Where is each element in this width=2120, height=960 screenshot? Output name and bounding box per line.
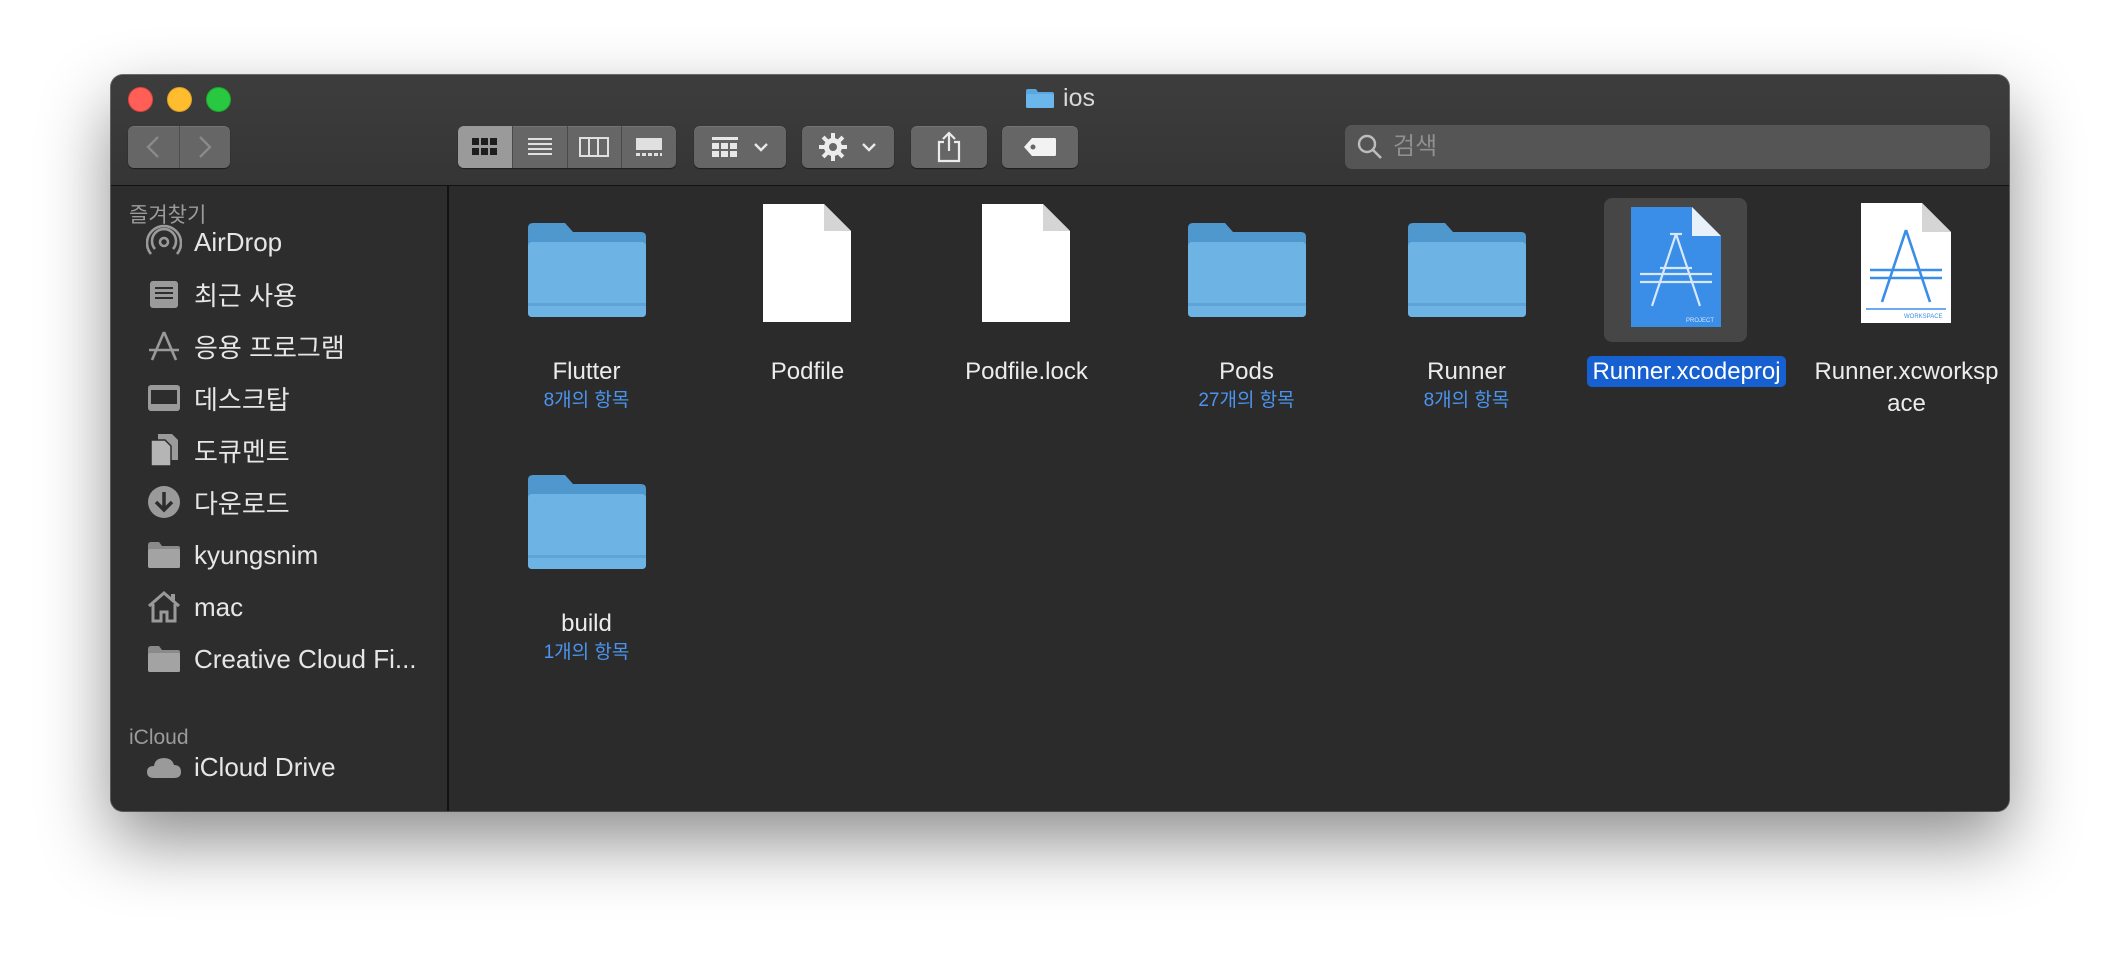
columns-icon bbox=[579, 137, 610, 157]
chevron-right-icon bbox=[198, 136, 212, 158]
document-icon bbox=[919, 198, 1134, 342]
sidebar-item-documents[interactable]: 도큐멘트 bbox=[145, 428, 445, 472]
sidebar-item-label: 데스크탑 bbox=[194, 384, 290, 415]
document-icon bbox=[700, 198, 915, 342]
folder-icon bbox=[479, 450, 694, 594]
window-title-text: ios bbox=[1063, 84, 1095, 112]
download-icon bbox=[145, 483, 183, 521]
file-item-pods[interactable]: Pods 27개의 항목 bbox=[1139, 198, 1354, 414]
folder-icon bbox=[479, 198, 694, 342]
group-grid-icon bbox=[712, 137, 738, 157]
sidebar-item-label: iCloud Drive bbox=[194, 751, 336, 782]
chevron-down-icon bbox=[862, 143, 876, 152]
cloud-icon bbox=[145, 748, 183, 786]
share-icon bbox=[937, 131, 961, 163]
folder-icon bbox=[1359, 198, 1574, 342]
file-name: Runner.xcodeproj bbox=[1579, 356, 1794, 388]
sidebar-item-home[interactable]: mac bbox=[145, 585, 445, 629]
action-button[interactable] bbox=[802, 126, 894, 168]
file-name-line: Runner.xcworksp bbox=[1814, 358, 1999, 385]
list-view-button[interactable] bbox=[513, 126, 568, 168]
sidebar-item-label: 최근 사용 bbox=[194, 280, 297, 311]
sidebar-item-downloads[interactable]: 다운로드 bbox=[145, 480, 445, 524]
sidebar-item-label: 응용 프로그램 bbox=[194, 332, 345, 363]
list-icon bbox=[527, 138, 552, 155]
file-item-count: 8개의 항목 bbox=[1423, 390, 1510, 411]
folder-icon bbox=[1139, 198, 1354, 342]
folder-icon bbox=[1026, 89, 1055, 108]
file-name-line: ace bbox=[1887, 390, 1926, 417]
sidebar-item-airdrop[interactable]: AirDrop bbox=[145, 220, 445, 264]
file-item-runner[interactable]: Runner 8개의 항목 bbox=[1359, 198, 1574, 414]
svg-text:PROJECT: PROJECT bbox=[1686, 318, 1714, 324]
forward-button[interactable] bbox=[180, 126, 231, 168]
sidebar-item-label: AirDrop bbox=[194, 226, 283, 257]
file-item-runner-xcodeproj[interactable]: PROJECT Runner.xcodeproj bbox=[1579, 198, 1794, 388]
tag-icon bbox=[1024, 138, 1056, 156]
gallery-icon bbox=[636, 138, 663, 156]
file-item-count: 27개의 항목 bbox=[1198, 390, 1295, 411]
file-item-flutter[interactable]: Flutter 8개의 항목 bbox=[479, 198, 694, 414]
sidebar-item-applications[interactable]: 응용 프로그램 bbox=[145, 324, 445, 368]
folder-icon bbox=[145, 640, 183, 678]
applications-icon bbox=[145, 327, 183, 365]
home-icon bbox=[145, 588, 183, 626]
file-item-count: 8개의 항목 bbox=[543, 390, 630, 411]
tag-button[interactable] bbox=[1002, 126, 1078, 168]
file-item-podfile-lock[interactable]: Podfile.lock bbox=[919, 198, 1134, 388]
column-view-button[interactable] bbox=[568, 126, 623, 168]
file-name: Runner.xcworksp ace bbox=[1799, 356, 2009, 420]
folder-icon bbox=[145, 536, 183, 574]
xcodeproj-icon: PROJECT bbox=[1579, 198, 1794, 342]
xcworkspace-icon: WORKSPACE bbox=[1799, 198, 2009, 342]
sidebar-item-label: 도큐멘트 bbox=[194, 436, 290, 467]
file-item-podfile[interactable]: Podfile bbox=[700, 198, 915, 388]
icon-view-button[interactable] bbox=[458, 126, 513, 168]
file-name: Podfile bbox=[770, 358, 845, 385]
file-name: Flutter bbox=[552, 358, 621, 385]
file-name: Runner bbox=[1427, 358, 1506, 385]
file-name: build bbox=[561, 610, 612, 637]
chevron-left-icon bbox=[146, 136, 160, 158]
sidebar-item-icloud-drive[interactable]: iCloud Drive bbox=[145, 745, 445, 789]
sidebar-item-label: kyungsnim bbox=[194, 539, 319, 570]
sidebar-item-kyungsnim[interactable]: kyungsnim bbox=[145, 533, 445, 577]
window-title: ios bbox=[111, 84, 2009, 113]
gallery-view-button[interactable] bbox=[622, 126, 676, 168]
back-button[interactable] bbox=[128, 126, 180, 168]
sidebar-item-creative-cloud[interactable]: Creative Cloud Fi... bbox=[145, 637, 445, 681]
titlebar: ios bbox=[111, 75, 2009, 186]
sidebar: 즐겨찾기 AirDrop 최근 사용 응용 프로그램 데스크탑 도큐멘트 다운로… bbox=[111, 186, 449, 811]
file-item-runner-xcworkspace[interactable]: WORKSPACE Runner.xcworksp ace bbox=[1799, 198, 2009, 420]
sidebar-item-desktop[interactable]: 데스크탑 bbox=[145, 376, 445, 420]
sidebar-item-label: 다운로드 bbox=[194, 488, 290, 519]
desktop-icon bbox=[145, 379, 183, 417]
file-name: Podfile.lock bbox=[965, 358, 1088, 385]
sidebar-item-label: mac bbox=[194, 591, 244, 622]
finder-window: ios 검색 즐겨찾기 AirDrop 최근 사용 응용 프로그램 데스크탑 도… bbox=[111, 75, 2009, 811]
gear-icon bbox=[819, 133, 847, 161]
search-field[interactable] bbox=[1345, 125, 1990, 169]
airdrop-icon bbox=[145, 223, 183, 261]
svg-text:WORKSPACE: WORKSPACE bbox=[1904, 314, 1943, 320]
recents-icon bbox=[145, 275, 183, 313]
search-input[interactable] bbox=[1391, 132, 1955, 162]
search-icon bbox=[1357, 134, 1382, 159]
document-icon bbox=[145, 431, 183, 469]
chevron-down-icon bbox=[754, 143, 768, 152]
grid-icon bbox=[471, 138, 497, 155]
group-by-button[interactable] bbox=[694, 126, 786, 168]
view-mode-control bbox=[458, 126, 676, 168]
file-name-selected: Runner.xcodeproj bbox=[1587, 356, 1786, 387]
nav-buttons bbox=[128, 126, 230, 168]
file-name: Pods bbox=[1219, 358, 1274, 385]
sidebar-item-recents[interactable]: 최근 사용 bbox=[145, 272, 445, 316]
share-button[interactable] bbox=[911, 126, 987, 168]
file-item-count: 1개의 항목 bbox=[543, 642, 630, 663]
file-item-build[interactable]: build 1개의 항목 bbox=[479, 450, 694, 666]
file-grid: Flutter 8개의 항목 Podfile Podfile.lock Pods… bbox=[449, 186, 2009, 811]
sidebar-item-label: Creative Cloud Fi... bbox=[194, 643, 417, 674]
